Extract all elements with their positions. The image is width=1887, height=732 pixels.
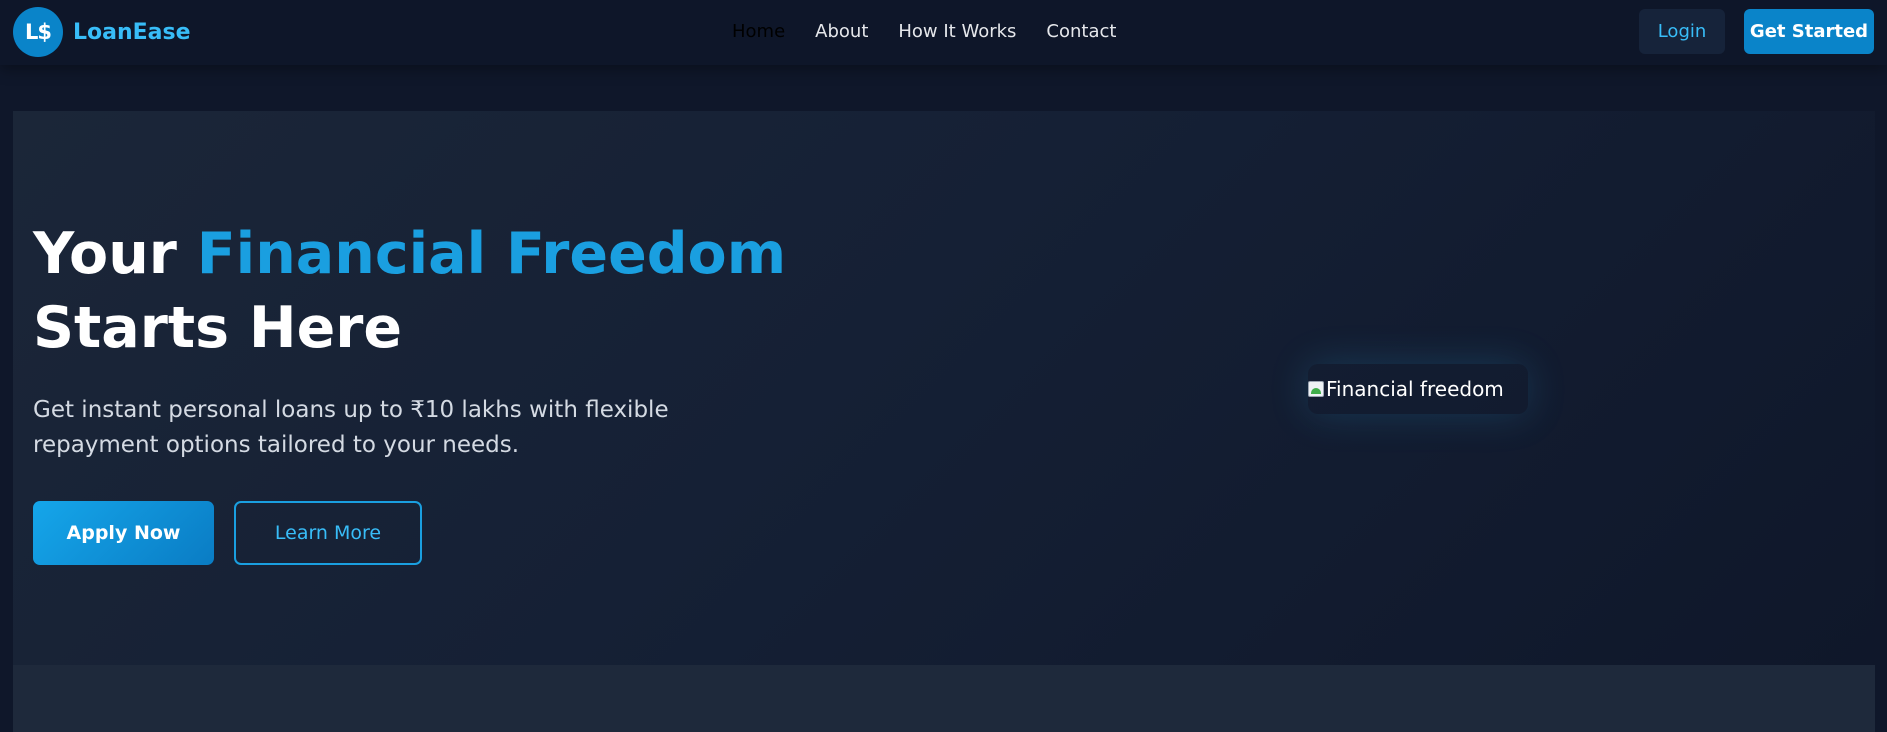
navbar: L$ LoanEase Home About How It Works Cont… [0,0,1887,65]
login-button[interactable]: Login [1639,9,1725,54]
broken-image-icon [1308,381,1324,397]
hero-title-part1: Your [33,221,197,287]
logo-icon: L$ [13,7,63,57]
get-started-button[interactable]: Get Started [1744,9,1874,54]
hero-title: Your Financial Freedom Starts Here [33,217,913,365]
learn-more-button[interactable]: Learn More [234,501,422,565]
nav-link-home[interactable]: Home [732,21,785,42]
hero-image: Financial freedom [1308,364,1528,414]
nav-link-about[interactable]: About [815,21,868,42]
hero-section: Your Financial Freedom Starts Here Get i… [13,111,1875,665]
main-nav: Home About How It Works Contact [732,21,1116,42]
hero-subtitle: Get instant personal loans up to ₹10 lak… [33,397,669,458]
hero-title-accent: Financial Freedom [196,221,787,287]
hero-image-alt-text: Financial freedom [1326,377,1504,401]
brand[interactable]: L$ LoanEase [13,7,191,57]
apply-now-button[interactable]: Apply Now [33,501,214,565]
hero-title-part2: Starts Here [33,295,403,361]
nav-link-how-it-works[interactable]: How It Works [898,21,1016,42]
nav-link-contact[interactable]: Contact [1046,21,1116,42]
next-section [13,665,1875,732]
brand-name: LoanEase [73,19,191,45]
